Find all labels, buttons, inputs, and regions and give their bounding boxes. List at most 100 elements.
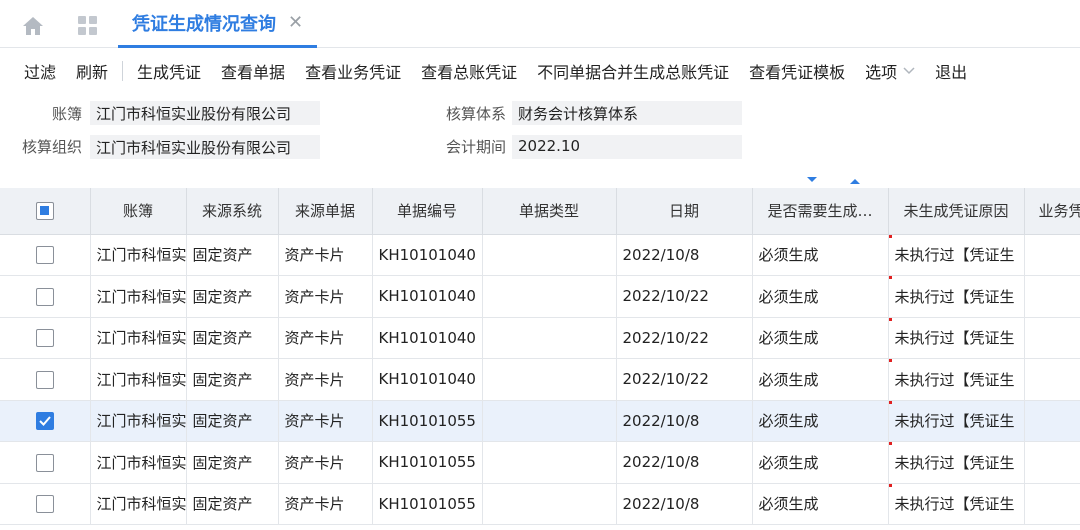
row-checkbox[interactable] [35, 495, 54, 513]
apps-grid-icon[interactable] [78, 16, 98, 36]
toolbar-divider [122, 61, 124, 81]
cell-number: KH10101040 [372, 358, 483, 401]
options-dropdown[interactable]: 选项 [855, 59, 925, 83]
row-select-cell[interactable] [0, 275, 91, 318]
cell-reason: 未执行过【凭证生 [888, 275, 1025, 318]
cell-source: 资产卡片 [278, 441, 373, 484]
row-checkbox[interactable] [35, 329, 54, 347]
cell-source: 资产卡片 [278, 400, 373, 442]
cell-type [482, 400, 617, 442]
column-header[interactable]: 来源系统 [186, 188, 279, 235]
options-label: 选项 [865, 63, 898, 82]
row-checkbox[interactable] [35, 287, 54, 306]
row-checkbox[interactable] [35, 453, 54, 472]
chevron-down-icon [903, 67, 915, 75]
row-select-cell[interactable] [0, 441, 91, 484]
table-row[interactable]: 江门市科恒实 固定资产 资产卡片 KH10101040 2022/10/8 必须生成 未执行… [0, 234, 1080, 276]
cell-type [482, 441, 617, 484]
column-header[interactable]: 未生成凭证原因 [888, 188, 1025, 235]
cell-system: 固定资产 [186, 483, 279, 525]
select-all-checkbox[interactable] [35, 202, 54, 220]
cell-date: 2022/10/8 [616, 441, 753, 484]
cell-need: 必须生成 [752, 317, 889, 359]
cell-type [482, 317, 617, 359]
cell-need: 必须生成 [752, 400, 889, 442]
cell-business-voucher [1024, 483, 1080, 525]
voucher-grid: 账簿 来源系统 来源单据 单据编号 单据类型 日期 是否需要生成… 未生成凭证原… [0, 188, 1080, 530]
row-checkbox[interactable] [35, 412, 54, 430]
row-checkbox[interactable] [35, 246, 54, 264]
column-header[interactable]: 是否需要生成… [752, 188, 889, 235]
cell-number: KH10101040 [372, 275, 483, 318]
cell-reason: 未执行过【凭证生 [888, 317, 1025, 359]
column-header[interactable]: 来源单据 [278, 188, 373, 235]
system-label: 核算体系 [445, 105, 506, 123]
home-icon[interactable] [22, 16, 44, 36]
cell-book: 江门市科恒实 [90, 400, 187, 442]
tab-label: 凭证生成情况查询 [132, 13, 276, 35]
cell-book: 江门市科恒实 [90, 358, 187, 401]
cell-type [482, 234, 617, 276]
filter-button[interactable]: 过滤 [14, 59, 66, 83]
refresh-button[interactable]: 刷新 [66, 59, 118, 83]
row-select-cell[interactable] [0, 483, 91, 525]
table-row[interactable]: 江门市科恒实 固定资产 资产卡片 KH10101040 2022/10/22 必须生成 未执… [0, 317, 1080, 359]
period-field[interactable]: 2022.10 [512, 135, 742, 159]
cell-type [482, 275, 617, 318]
view-business-voucher-button[interactable]: 查看业务凭证 [295, 59, 411, 83]
cell-book: 江门市科恒实 [90, 441, 187, 484]
row-select-cell[interactable] [0, 234, 91, 276]
cell-book: 江门市科恒实 [90, 275, 187, 318]
column-header[interactable]: 业务凭 [1024, 188, 1080, 235]
generate-voucher-button[interactable]: 生成凭证 [127, 59, 211, 83]
view-ledger-voucher-button[interactable]: 查看总账凭证 [411, 59, 527, 83]
select-all-cell[interactable] [0, 188, 91, 235]
row-select-cell[interactable] [0, 358, 91, 401]
exit-button[interactable]: 退出 [925, 59, 977, 83]
org-field[interactable]: 江门市科恒实业股份有限公司 [90, 135, 320, 159]
cell-source: 资产卡片 [278, 275, 373, 318]
cell-business-voucher [1024, 234, 1080, 276]
cell-system: 固定资产 [186, 317, 279, 359]
cell-date: 2022/10/8 [616, 234, 753, 276]
cell-date: 2022/10/22 [616, 358, 753, 401]
cell-source: 资产卡片 [278, 483, 373, 525]
cell-reason: 未执行过【凭证生 [888, 400, 1025, 442]
row-checkbox[interactable] [35, 370, 54, 389]
cell-business-voucher [1024, 358, 1080, 401]
book-label: 账簿 [51, 105, 82, 123]
table-row[interactable]: 江门市科恒实 固定资产 资产卡片 KH10101040 2022/10/22 必须生成 未执… [0, 358, 1080, 401]
cell-system: 固定资产 [186, 234, 279, 276]
cell-number: KH10101055 [372, 483, 483, 525]
tab-voucher-query[interactable]: 凭证生成情况查询 ✕ [118, 0, 318, 48]
merge-ledger-voucher-button[interactable]: 不同单据合并生成总账凭证 [527, 59, 739, 83]
cell-system: 固定资产 [186, 441, 279, 484]
toolbar: 过滤 刷新 生成凭证 查看单据 查看业务凭证 查看总账凭证 不同单据合并生成总账… [0, 50, 1080, 92]
org-label: 核算组织 [21, 138, 82, 156]
grid-header: 账簿 来源系统 来源单据 单据编号 单据类型 日期 是否需要生成… 未生成凭证原… [0, 188, 1080, 235]
expand-arrow-icon [807, 177, 817, 182]
cell-date: 2022/10/8 [616, 483, 753, 525]
cell-source: 资产卡片 [278, 358, 373, 401]
book-field[interactable]: 江门市科恒实业股份有限公司 [90, 101, 320, 125]
close-icon[interactable]: ✕ [288, 12, 303, 33]
view-voucher-template-button[interactable]: 查看凭证模板 [739, 59, 855, 83]
table-row[interactable]: 江门市科恒实 固定资产 资产卡片 KH10101055 2022/10/8 必须生成 未执行… [0, 483, 1080, 525]
row-select-cell[interactable] [0, 400, 91, 442]
system-field[interactable]: 财务会计核算体系 [512, 101, 742, 125]
cell-business-voucher [1024, 275, 1080, 318]
cell-date: 2022/10/8 [616, 400, 753, 442]
column-header[interactable]: 日期 [616, 188, 753, 235]
period-label: 会计期间 [445, 138, 506, 156]
cell-need: 必须生成 [752, 483, 889, 525]
table-row[interactable]: 江门市科恒实 固定资产 资产卡片 KH10101040 2022/10/22 必须生成 未执… [0, 275, 1080, 318]
cell-need: 必须生成 [752, 275, 889, 318]
collapse-toggle[interactable] [806, 175, 866, 187]
table-row[interactable]: 江门市科恒实 固定资产 资产卡片 KH10101055 2022/10/8 必须生成 未执行… [0, 400, 1080, 442]
view-document-button[interactable]: 查看单据 [211, 59, 295, 83]
row-select-cell[interactable] [0, 317, 91, 359]
column-header[interactable]: 账簿 [90, 188, 187, 235]
table-row[interactable]: 江门市科恒实 固定资产 资产卡片 KH10101055 2022/10/8 必须生成 未执行… [0, 441, 1080, 484]
column-header[interactable]: 单据类型 [482, 188, 617, 235]
column-header[interactable]: 单据编号 [372, 188, 483, 235]
